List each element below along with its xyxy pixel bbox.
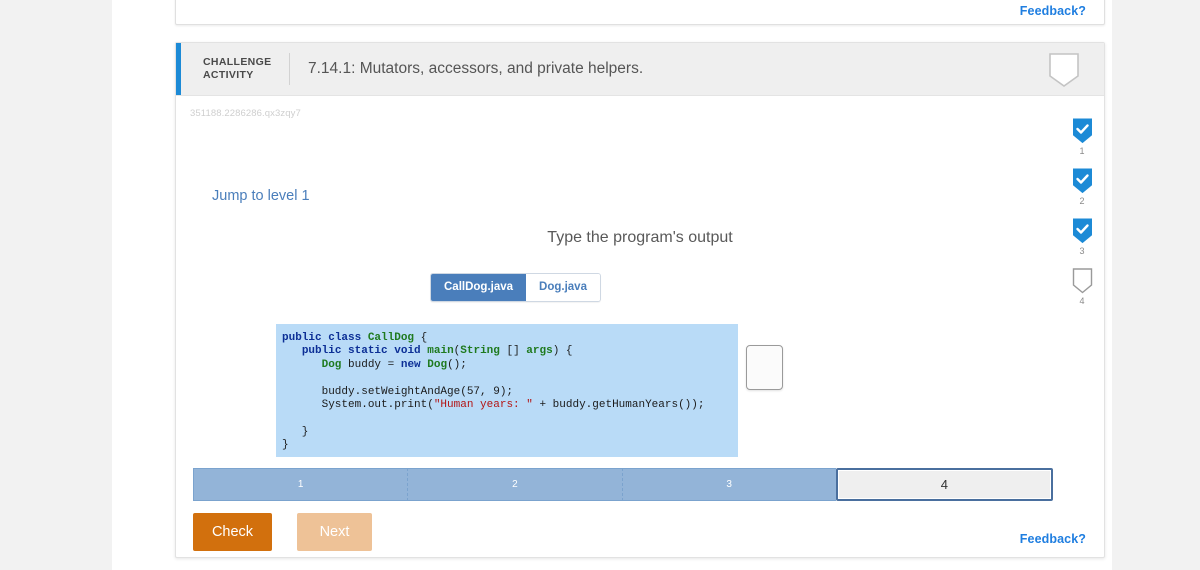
code-token: + buddy.getHumanYears()); [532,399,705,412]
progress-segment-2[interactable]: 2 [407,468,622,501]
code-token: ) { [552,345,573,358]
code-line: Dog buddy = new Dog(); [282,359,728,372]
code-token: } [282,439,289,452]
code-token: public [301,345,349,358]
level-badge-number: 1 [1079,146,1085,156]
code-token: { [414,332,428,344]
shield-check-icon [1072,168,1092,194]
code-token: new [400,358,428,371]
code-token: Dog [427,358,448,371]
code-token: buddy = [341,358,401,371]
shield-check-icon [1072,218,1092,244]
previous-activity-card: Feedback? [175,0,1105,25]
header-accent-bar [176,43,181,95]
code-block: public class CallDog { public static voi… [276,324,738,457]
activity-kicker: CHALLENGE ACTIVITY [203,56,281,82]
code-token: (); [447,358,467,371]
page-background-left [0,0,112,570]
progress-segment-4[interactable]: 4 [835,468,1053,501]
header-shield-icon [1046,52,1082,88]
challenge-activity-card: CHALLENGE ACTIVITY 7.14.1: Mutators, acc… [175,42,1105,558]
code-token: class [328,332,368,344]
progress-segment-3[interactable]: 3 [621,468,836,501]
level-badge-4[interactable]: 4 [1072,268,1093,306]
file-tabs: CallDog.java Dog.java [430,273,601,302]
code-line: } [282,439,728,452]
code-line: System.out.print("Human years: " + buddy… [282,399,728,412]
activity-kicker-line2: ACTIVITY [203,69,254,81]
page-background-right [1112,0,1200,570]
code-line: public class CallDog { [282,332,728,345]
file-tab-dog[interactable]: Dog.java [526,274,600,301]
activity-title: 7.14.1: Mutators, accessors, and private… [308,60,644,77]
code-token: public [282,332,329,344]
activity-kicker-line1: CHALLENGE [203,56,272,68]
progress-bar: 1234 [193,468,1053,501]
shield-check-icon [1072,118,1092,144]
answer-input[interactable] [746,345,783,390]
code-token: [] [499,345,527,358]
code-token: static [348,345,395,358]
code-line: public static void main(String [] args) … [282,345,728,358]
jump-to-level-link[interactable]: Jump to level 1 [212,188,310,204]
level-badge-number: 4 [1079,296,1085,306]
activity-body: 351188.2286286.qx3zqy7 Jump to level 1 T… [176,96,1104,558]
code-token: } [282,425,309,438]
code-token: CallDog [367,332,415,344]
feedback-link-top[interactable]: Feedback? [1020,4,1086,18]
code-token: buddy.setWeightAndAge(57, 9); [282,385,514,398]
code-token: void [394,345,428,358]
code-token: "Human years: " [433,399,533,412]
shield-empty-icon [1072,268,1092,294]
level-badge-number: 2 [1079,196,1085,206]
code-token: main [427,345,454,358]
level-badge-3[interactable]: 3 [1072,218,1093,256]
prompt-text: Type the program's output [547,229,733,246]
next-button: Next [297,513,372,551]
code-token: System.out.print( [282,399,434,412]
code-token: args [526,345,553,358]
level-badge-1[interactable]: 1 [1072,118,1093,156]
level-badge-2[interactable]: 2 [1072,168,1093,206]
level-badge-number: 3 [1079,246,1085,256]
check-button[interactable]: Check [193,513,272,551]
progress-segment-1[interactable]: 1 [193,468,408,501]
header-divider [289,53,290,85]
file-tab-calldog[interactable]: CallDog.java [431,274,527,301]
challenge-activity-page: Feedback? CHALLENGE ACTIVITY 7.14.1: Mut… [0,0,1200,570]
activity-header: CHALLENGE ACTIVITY 7.14.1: Mutators, acc… [176,43,1104,96]
code-line: } [282,426,728,439]
code-token: Dog [321,358,342,371]
feedback-link-bottom[interactable]: Feedback? [1020,532,1086,546]
code-token: String [460,345,500,358]
activity-id: 351188.2286286.qx3zqy7 [190,108,301,119]
code-line: buddy.setWeightAndAge(57, 9); [282,386,728,399]
level-badge-rail: 1 2 3 4 [1060,118,1104,318]
